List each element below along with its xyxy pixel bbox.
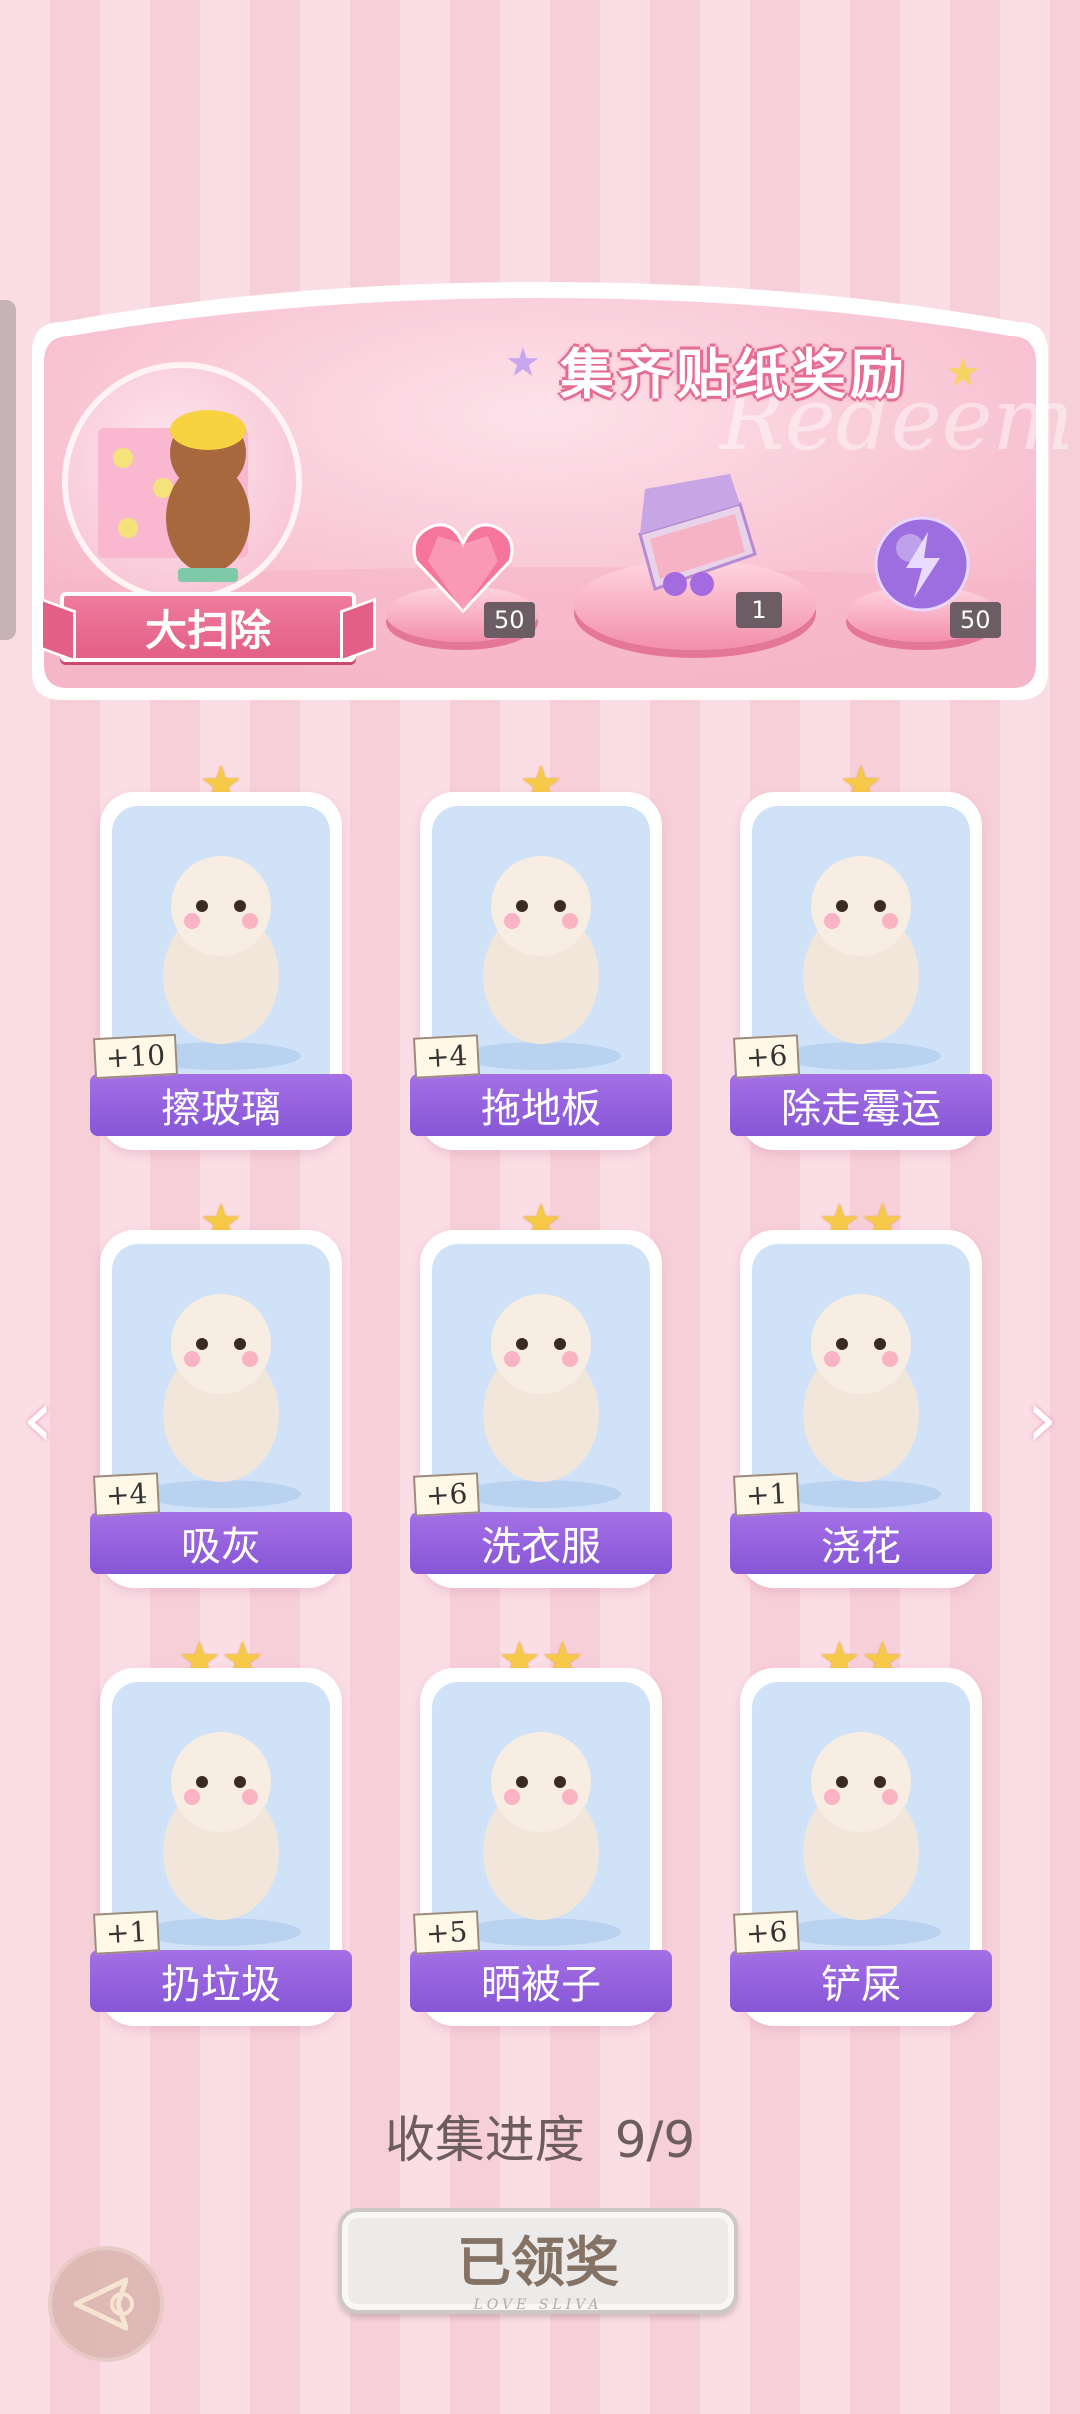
claimed-button-label: 已领奖 xyxy=(457,2230,619,2294)
event-name-label: 大扫除 xyxy=(60,592,356,662)
task-card[interactable]: ★ 除走霉运 +6 xyxy=(730,760,992,1150)
reward-count: 50 xyxy=(950,602,1001,638)
progress-label: 收集进度 xyxy=(384,2111,585,2169)
task-card[interactable]: ★★ 晒被子 +5 xyxy=(410,1636,672,2026)
claimed-button-sub: LOVE SLIVA xyxy=(473,2297,603,2313)
bonus-tag: +1 xyxy=(732,1472,801,1517)
task-name: 拖地板 xyxy=(410,1074,672,1136)
star-icon: ★ xyxy=(945,350,981,396)
task-card[interactable]: ★ 吸灰 +4 xyxy=(90,1198,352,1588)
star-icon: ★ xyxy=(505,340,541,386)
task-card[interactable]: ★★ 扔垃圾 +1 xyxy=(90,1636,352,2026)
task-name: 扔垃圾 xyxy=(90,1950,352,2012)
task-name: 擦玻璃 xyxy=(90,1074,352,1136)
progress-value: 9/9 xyxy=(614,2111,696,2169)
bonus-tag: +4 xyxy=(412,1034,481,1079)
bonus-tag: +1 xyxy=(92,1910,161,1955)
task-name: 除走霉运 xyxy=(730,1074,992,1136)
task-name: 浇花 xyxy=(730,1512,992,1574)
side-drawer-handle[interactable] xyxy=(0,300,16,640)
next-page-arrow[interactable]: › xyxy=(1026,1372,1058,1465)
bear-quilt-icon xyxy=(62,362,302,602)
banner-title: 集齐贴纸奖励 xyxy=(560,342,908,406)
task-name: 铲屎 xyxy=(730,1950,992,2012)
bonus-tag: +5 xyxy=(412,1910,481,1955)
reward-count: 50 xyxy=(484,602,535,638)
bonus-tag: +4 xyxy=(92,1472,161,1517)
task-card[interactable]: ★★ 浇花 +1 xyxy=(730,1198,992,1588)
bonus-tag: +6 xyxy=(732,1910,801,1955)
gift-box-icon[interactable] xyxy=(630,474,760,608)
task-name: 吸灰 xyxy=(90,1512,352,1574)
prev-page-arrow[interactable]: ‹ xyxy=(22,1372,54,1465)
task-name: 晒被子 xyxy=(410,1950,672,2012)
back-arrow-icon xyxy=(73,2277,134,2331)
task-card[interactable]: ★ 擦玻璃 +10 xyxy=(90,760,352,1150)
task-card[interactable]: ★★ 铲屎 +6 xyxy=(730,1636,992,2026)
bonus-tag: +10 xyxy=(92,1033,179,1080)
reward-count: 1 xyxy=(736,592,782,628)
task-name: 洗衣服 xyxy=(410,1512,672,1574)
task-card[interactable]: ★ 洗衣服 +6 xyxy=(410,1198,672,1588)
claimed-button[interactable]: 已领奖 LOVE SLIVA xyxy=(338,2208,738,2314)
bonus-tag: +6 xyxy=(412,1472,481,1517)
collection-progress: 收集进度 9/9 xyxy=(0,2100,1080,2172)
task-card[interactable]: ★ 拖地板 +4 xyxy=(410,760,672,1150)
bonus-tag: +6 xyxy=(732,1034,801,1079)
back-button[interactable] xyxy=(48,2246,164,2362)
